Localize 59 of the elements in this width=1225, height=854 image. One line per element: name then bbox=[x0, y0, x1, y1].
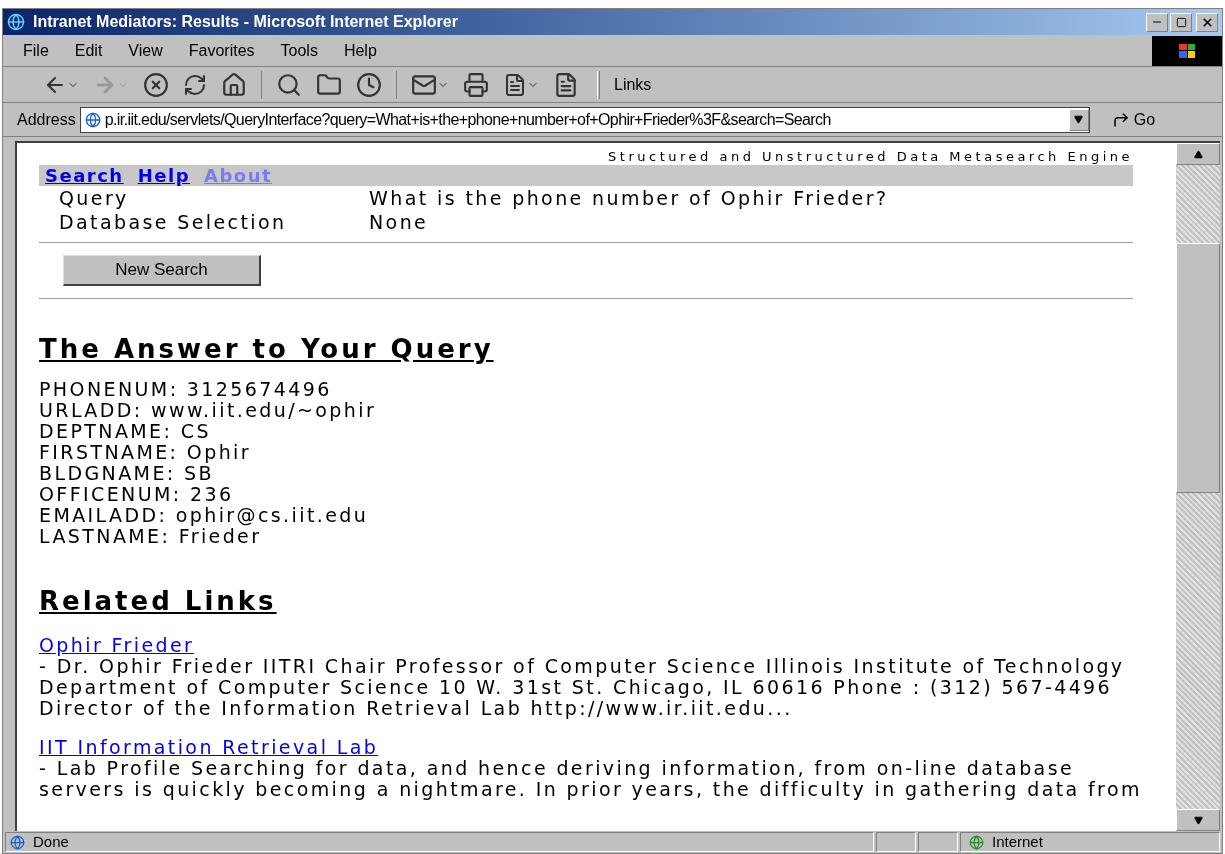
go-arrow-icon bbox=[1111, 110, 1130, 129]
scroll-up-button[interactable] bbox=[1176, 143, 1220, 165]
new-search-button[interactable]: New Search bbox=[63, 255, 261, 286]
document-icon bbox=[503, 72, 527, 97]
windows-logo-icon bbox=[1152, 35, 1222, 66]
scroll-down-button[interactable] bbox=[1176, 809, 1220, 831]
answer-line: LASTNAME: Frieder bbox=[39, 526, 262, 547]
document-icon bbox=[553, 71, 579, 98]
answer-line: PHONENUM: 3125674496 bbox=[39, 379, 332, 400]
minimize-button[interactable] bbox=[1146, 12, 1168, 32]
summary-value: None bbox=[369, 209, 429, 235]
browser-icon bbox=[7, 13, 25, 31]
down-arrow-icon bbox=[1193, 815, 1203, 825]
printer-icon bbox=[463, 71, 489, 98]
stop-icon bbox=[143, 71, 169, 98]
related-heading: Related Links bbox=[39, 585, 277, 617]
window-title: Intranet Mediators: Results - Microsoft Internet Explorer bbox=[33, 12, 458, 32]
scroll-thumb[interactable] bbox=[1176, 243, 1220, 493]
summary-label: Database Selection bbox=[58, 209, 288, 235]
menu-item[interactable]: View bbox=[128, 38, 163, 63]
result-description: - Dr. Ophir Frieder IITRI Chair Professor of Computer Science Illinois Institute of Technology Department of Computer Science 10 W. 31st St. Chicago, IL 60616 Phone : (312) 567-4496 Director of the Information Retrieval Lab http://www.ir.iit.edu... bbox=[39, 656, 1125, 719]
answer-line: BLDGNAME: SB bbox=[39, 463, 214, 484]
go-button[interactable]: Go bbox=[1111, 107, 1156, 132]
maximize-button[interactable] bbox=[1170, 12, 1192, 32]
page-icon bbox=[84, 111, 101, 128]
address-label: Address bbox=[17, 109, 76, 130]
answer-line: DEPTNAME: CS bbox=[39, 421, 211, 442]
zone-text: Internet bbox=[992, 831, 1043, 852]
links-label[interactable]: Links bbox=[614, 72, 652, 97]
menu-item[interactable]: Tools bbox=[280, 38, 318, 63]
folder-icon bbox=[316, 71, 342, 98]
maximize-icon bbox=[1175, 16, 1187, 28]
status-text: Done bbox=[33, 831, 69, 852]
address-field[interactable]: p.ir.iit.edu/servlets/QueryInterface?query=What+is+the+phone+number+of+Ophir+Frieder%3F&search=Search bbox=[79, 106, 1090, 133]
home-icon bbox=[221, 71, 247, 98]
globe-icon bbox=[969, 834, 984, 850]
answer-line: URLADD: www.iit.edu/~ophir bbox=[39, 400, 377, 421]
close-button[interactable] bbox=[1196, 12, 1218, 32]
clock-icon bbox=[356, 71, 382, 98]
answer-heading: The Answer to Your Query bbox=[39, 333, 495, 365]
search-icon bbox=[276, 71, 302, 98]
nav-link[interactable]: Help bbox=[137, 162, 190, 189]
summary-value: What is the phone number of Ophir Frieder? bbox=[369, 185, 889, 211]
result-description: - Lab Profile Searching for data, and hence deriving information, from on-line database servers is quickly becoming a nightmare. In prior years, the difficulty in gathering data from bbox=[39, 758, 1142, 800]
refresh-icon bbox=[183, 72, 207, 97]
up-arrow-icon bbox=[1193, 149, 1203, 159]
scrollbar[interactable] bbox=[1176, 143, 1220, 831]
menu-item[interactable]: File bbox=[23, 38, 49, 63]
close-icon bbox=[1200, 15, 1214, 29]
tagline: Structured and Unstructured Data Metasearch Engine bbox=[608, 149, 1133, 164]
answer-line: FIRSTNAME: Ophir bbox=[39, 442, 251, 463]
menu-item[interactable]: Favorites bbox=[188, 38, 255, 63]
result-link[interactable]: IIT Information Retrieval Lab bbox=[39, 737, 379, 758]
page-icon bbox=[10, 834, 25, 850]
result-link[interactable]: Ophir Frieder bbox=[39, 635, 195, 656]
menu-item[interactable]: Edit bbox=[74, 38, 103, 63]
answer-line: EMAILADD: ophir@cs.iit.edu bbox=[39, 505, 369, 526]
menu-item[interactable]: Help bbox=[343, 38, 377, 63]
answer-line: OFFICENUM: 236 bbox=[39, 484, 234, 505]
